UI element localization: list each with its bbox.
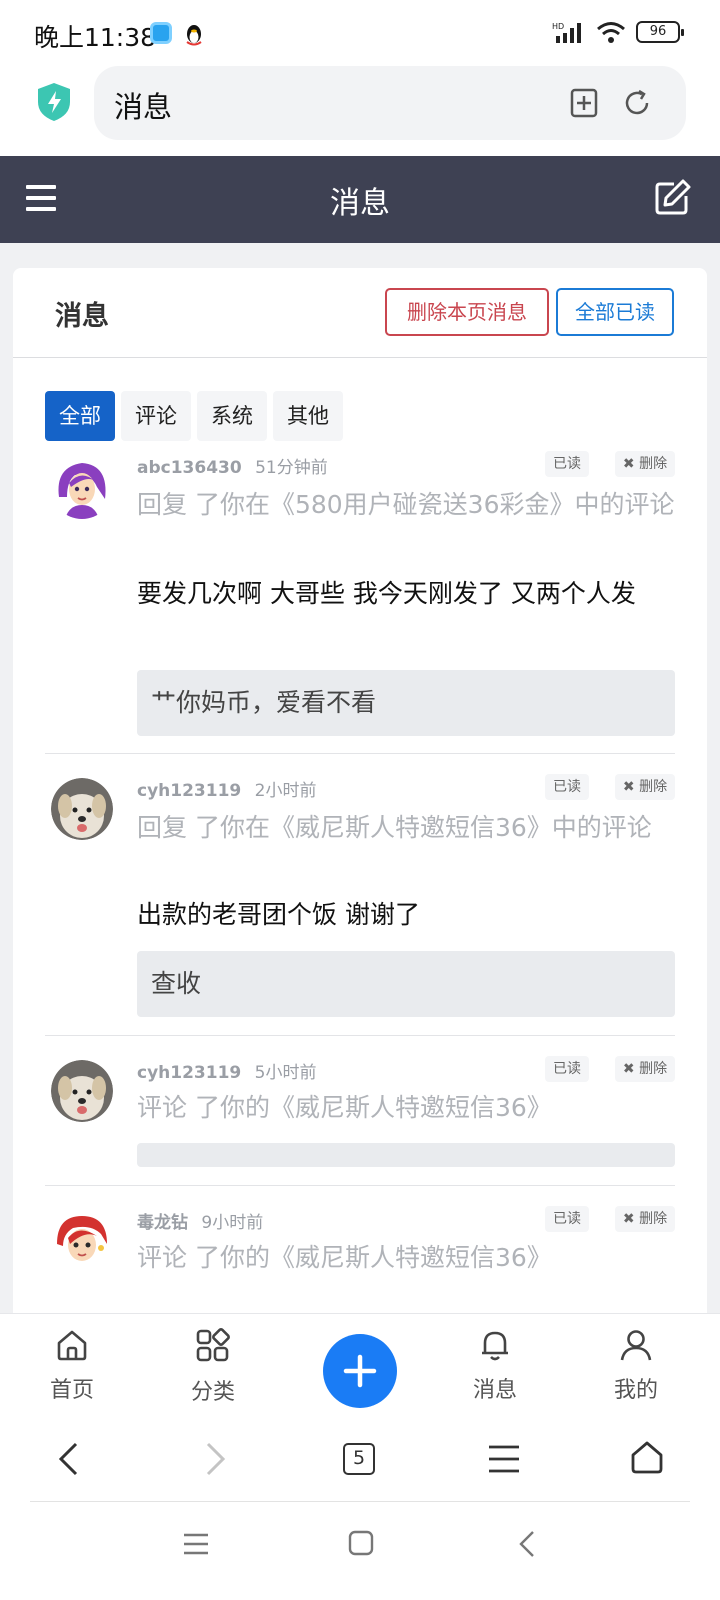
- qq-penguin-icon: [186, 25, 202, 46]
- tabs-button[interactable]: 5: [343, 1443, 375, 1475]
- home-icon: [57, 1330, 87, 1361]
- bell-icon: [482, 1331, 508, 1361]
- app-notification-icon: [150, 22, 172, 44]
- close-icon: ✖: [622, 1061, 635, 1077]
- browser-toolbar: 5: [0, 1421, 720, 1501]
- nav-category[interactable]: 分类: [163, 1328, 263, 1406]
- status-bar: 晚上11:38 HD 96: [0, 0, 720, 66]
- messages-card: 消息 删除本页消息 全部已读 全部 评论 系统 其他 abc136430 51分…: [13, 268, 707, 1318]
- tab-system[interactable]: 系统: [197, 391, 267, 441]
- message-time: 5小时前: [254, 1063, 317, 1083]
- close-icon: ✖: [622, 456, 635, 472]
- nav-title: 消息: [330, 186, 390, 221]
- message-meta: cyh123119 2小时前: [137, 776, 316, 801]
- url-box[interactable]: 消息: [94, 66, 686, 140]
- delete-message-label: 删除: [639, 1061, 668, 1077]
- user-icon: [620, 1330, 652, 1361]
- delete-message-button[interactable]: ✖ 删除: [615, 1056, 675, 1082]
- mark-read-button[interactable]: 已读: [545, 1056, 589, 1082]
- message-quote: 查收: [137, 951, 675, 1017]
- browser-url-row: 消息: [0, 66, 720, 156]
- delete-message-label: 删除: [639, 456, 668, 472]
- mark-read-button[interactable]: 已读: [545, 774, 589, 800]
- card-title: 消息: [55, 301, 109, 332]
- category-icon: [196, 1328, 230, 1362]
- tab-other[interactable]: 其他: [273, 391, 343, 441]
- message-meta: abc136430 51分钟前: [137, 453, 328, 478]
- battery-indicator: 96: [636, 21, 684, 43]
- message-username[interactable]: abc136430: [137, 458, 242, 478]
- system-home-icon[interactable]: [348, 1530, 374, 1556]
- url-text[interactable]: 消息: [114, 84, 172, 126]
- nav-home[interactable]: 首页: [22, 1328, 122, 1404]
- mark-all-read-button[interactable]: 全部已读: [556, 288, 674, 336]
- delete-message-button[interactable]: ✖ 删除: [615, 451, 675, 477]
- message-action[interactable]: 回复 了你在《威尼斯人特邀短信36》中的评论: [137, 807, 675, 849]
- avatar[interactable]: [51, 778, 113, 840]
- system-back-icon[interactable]: [518, 1530, 536, 1558]
- nav-messages-label: 消息: [472, 1378, 517, 1403]
- signal-icon: HD: [552, 22, 581, 43]
- avatar[interactable]: [51, 1210, 113, 1272]
- message-username[interactable]: 毒龙钻: [137, 1213, 188, 1233]
- delete-message-label: 删除: [639, 779, 668, 795]
- mark-read-button[interactable]: 已读: [545, 1206, 589, 1232]
- mark-read-button[interactable]: 已读: [545, 451, 589, 477]
- system-nav-bar: [0, 1502, 720, 1600]
- nav-home-label: 首页: [49, 1378, 94, 1403]
- close-icon: ✖: [622, 1211, 635, 1227]
- message-username[interactable]: cyh123119: [137, 781, 241, 801]
- delete-page-messages-button[interactable]: 删除本页消息: [385, 288, 549, 336]
- message-time: 51分钟前: [255, 458, 328, 478]
- back-icon[interactable]: [56, 1441, 82, 1477]
- message-meta: cyh123119 5小时前: [137, 1058, 316, 1083]
- menu-icon[interactable]: [487, 1443, 521, 1475]
- message-time: 2小时前: [254, 781, 317, 801]
- add-post-button[interactable]: [323, 1334, 397, 1408]
- message-username[interactable]: cyh123119: [137, 1063, 241, 1083]
- tab-all[interactable]: 全部: [45, 391, 115, 441]
- reload-icon[interactable]: [622, 88, 652, 118]
- message-item: cyh123119 2小时前 已读 ✖ 删除 回复 了你在《威尼斯人特邀短信36…: [45, 774, 675, 1036]
- nav-mine-label: 我的: [613, 1378, 658, 1403]
- status-time: 晚上11:38: [34, 23, 157, 52]
- forward-icon[interactable]: [202, 1441, 228, 1477]
- message-item: cyh123119 5小时前 已读 ✖ 删除 评论 了你的《威尼斯人特邀短信36…: [45, 1056, 675, 1186]
- message-content: 出款的老哥团个饭 谢谢了: [137, 900, 420, 929]
- message-item: 毒龙钻 9小时前 已读 ✖ 删除 评论 了你的《威尼斯人特邀短信36》: [45, 1206, 675, 1318]
- nav-category-label: 分类: [190, 1380, 235, 1405]
- nav-messages[interactable]: 消息: [445, 1328, 545, 1404]
- message-meta: 毒龙钻 9小时前: [137, 1208, 263, 1233]
- message-quote: 艹你妈币，爱看不看: [137, 670, 675, 736]
- card-header: 消息 删除本页消息 全部已读: [13, 268, 707, 358]
- message-action[interactable]: 评论 了你的《威尼斯人特邀短信36》: [137, 1237, 675, 1279]
- message-action[interactable]: 评论 了你的《威尼斯人特邀短信36》: [137, 1087, 675, 1129]
- shield-icon[interactable]: [36, 82, 72, 122]
- bottom-nav: 首页 分类 消息 我的: [0, 1313, 720, 1421]
- message-tabs: 全部 评论 系统 其他: [45, 391, 343, 441]
- close-icon: ✖: [622, 779, 635, 795]
- tab-count: 5: [352, 1447, 366, 1469]
- message-time: 9小时前: [201, 1213, 264, 1233]
- message-content: 要发几次啊 大哥些 我今天刚发了 又两个人发: [137, 579, 636, 608]
- system-menu-icon[interactable]: [183, 1532, 209, 1556]
- wifi-icon: [597, 22, 625, 43]
- add-bookmark-icon[interactable]: [570, 88, 598, 118]
- message-action[interactable]: 回复 了你在《580用户碰瓷送36彩金》中的评论: [137, 484, 675, 526]
- edit-icon[interactable]: [654, 178, 692, 216]
- delete-message-button[interactable]: ✖ 删除: [615, 774, 675, 800]
- nav-mine[interactable]: 我的: [586, 1328, 686, 1404]
- browser-home-icon[interactable]: [629, 1439, 665, 1475]
- message-quote: [137, 1143, 675, 1167]
- message-item: abc136430 51分钟前 已读 ✖ 删除 回复 了你在《580用户碰瓷送3…: [45, 451, 675, 754]
- tab-comments[interactable]: 评论: [121, 391, 191, 441]
- delete-message-button[interactable]: ✖ 删除: [615, 1206, 675, 1232]
- avatar[interactable]: [51, 457, 113, 519]
- plus-icon: [343, 1354, 377, 1388]
- delete-message-label: 删除: [639, 1211, 668, 1227]
- site-nav-bar: 消息: [0, 156, 720, 243]
- avatar[interactable]: [51, 1060, 113, 1122]
- svg-text:HD: HD: [552, 22, 564, 31]
